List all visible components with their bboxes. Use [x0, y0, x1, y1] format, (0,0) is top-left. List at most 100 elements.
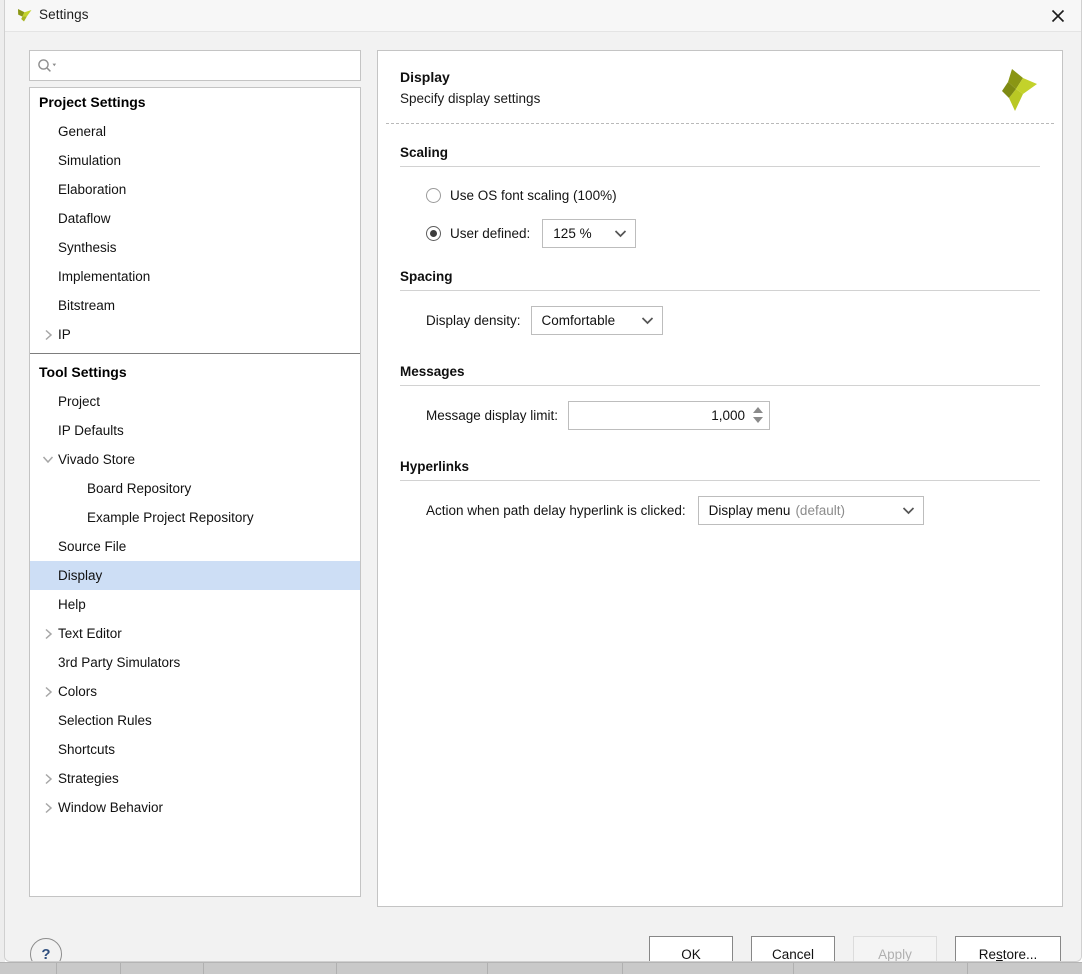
nav-group-title-tool: Tool Settings: [30, 358, 360, 387]
sidebar-item-elaboration[interactable]: Elaboration: [30, 175, 360, 204]
chevron-down-icon: [641, 307, 654, 334]
search-box[interactable]: [29, 50, 361, 81]
display-settings-form: Scaling Use OS font scaling (100%) User …: [378, 124, 1062, 525]
section-messages: Messages Message display limit:: [400, 363, 1040, 430]
field-row-message-limit: Message display limit:: [426, 400, 1040, 430]
stepper-down-icon[interactable]: [753, 417, 763, 423]
scale-percent-value: 125 %: [553, 226, 591, 241]
radio-row-user-defined[interactable]: User defined: 125 %: [426, 219, 1040, 248]
section-hyperlinks: Hyperlinks Action when path delay hyperl…: [400, 458, 1040, 525]
nav-item-label: Bitstream: [58, 298, 115, 313]
chevron-down-icon[interactable]: [42, 445, 54, 474]
sidebar-item-bitstream[interactable]: Bitstream: [30, 291, 360, 320]
sidebar-item-display[interactable]: Display: [30, 561, 360, 590]
sidebar-item-help[interactable]: Help: [30, 590, 360, 619]
search-icon: [37, 58, 59, 74]
ok-button[interactable]: OK: [649, 936, 733, 962]
search-input[interactable]: [60, 51, 357, 82]
section-label-scaling: Scaling: [400, 144, 1040, 162]
amd-vivado-pinwheel-icon: [990, 67, 1040, 115]
chevron-right-icon[interactable]: [42, 320, 54, 349]
chevron-right-icon[interactable]: [42, 677, 54, 706]
nav-item-label: Example Project Repository: [87, 510, 254, 525]
message-display-limit-stepper[interactable]: [568, 401, 770, 430]
help-icon: ?: [41, 946, 50, 963]
radio-user-defined[interactable]: [426, 226, 441, 241]
sidebar-item-general[interactable]: General: [30, 117, 360, 146]
ok-button-label: OK: [681, 947, 701, 962]
nav-item-label: 3rd Party Simulators: [58, 655, 180, 670]
restore-button[interactable]: Restore...: [955, 936, 1061, 962]
nav-item-label: Implementation: [58, 269, 150, 284]
sidebar-item-selection-rules[interactable]: Selection Rules: [30, 706, 360, 735]
sidebar-item-shortcuts[interactable]: Shortcuts: [30, 735, 360, 764]
sidebar-item-strategies[interactable]: Strategies: [30, 764, 360, 793]
label-hyperlink-action: Action when path delay hyperlink is clic…: [426, 503, 686, 518]
sidebar-item-board-repository[interactable]: Board Repository: [30, 474, 360, 503]
display-density-value: Comfortable: [542, 313, 616, 328]
dialog-button-bar: OK Cancel Apply Restore...: [649, 936, 1061, 962]
cancel-button[interactable]: Cancel: [751, 936, 835, 962]
section-label-spacing: Spacing: [400, 268, 1040, 286]
hyperlink-action-select[interactable]: Display menu (default): [698, 496, 924, 525]
section-label-messages: Messages: [400, 363, 1040, 381]
close-icon[interactable]: [1035, 0, 1081, 31]
sidebar-item-simulation[interactable]: Simulation: [30, 146, 360, 175]
settings-nav-tree[interactable]: Project Settings General Simulation Elab…: [29, 87, 361, 897]
settings-detail-panel: Display Specify display settings: [377, 50, 1063, 907]
cancel-button-label: Cancel: [772, 947, 814, 962]
stepper-arrows[interactable]: [752, 402, 764, 429]
sidebar-item-synthesis[interactable]: Synthesis: [30, 233, 360, 262]
sidebar-item-colors[interactable]: Colors: [30, 677, 360, 706]
sidebar-item-implementation[interactable]: Implementation: [30, 262, 360, 291]
nav-item-label: Selection Rules: [58, 713, 152, 728]
nav-item-label: Help: [58, 597, 86, 612]
sidebar-item-ip-defaults[interactable]: IP Defaults: [30, 416, 360, 445]
sidebar-item-3rd-party-simulators[interactable]: 3rd Party Simulators: [30, 648, 360, 677]
sidebar-item-example-project-repository[interactable]: Example Project Repository: [30, 503, 360, 532]
sidebar-item-source-file[interactable]: Source File: [30, 532, 360, 561]
help-button[interactable]: ?: [30, 938, 62, 962]
radio-os-font-scaling[interactable]: [426, 188, 441, 203]
stepper-up-icon[interactable]: [753, 407, 763, 413]
chevron-down-icon: [902, 497, 915, 524]
hyperlink-action-value: Display menu: [709, 503, 791, 518]
section-rule: [400, 166, 1040, 167]
section-rule: [400, 480, 1040, 481]
nav-item-label: Source File: [58, 539, 126, 554]
sidebar-item-ip[interactable]: IP: [30, 320, 360, 349]
display-density-select[interactable]: Comfortable: [531, 306, 663, 335]
section-spacing: Spacing Display density: Comfortable: [400, 268, 1040, 335]
field-row-hyperlink-action: Action when path delay hyperlink is clic…: [426, 495, 1040, 525]
field-row-display-density: Display density: Comfortable: [426, 305, 1040, 335]
section-label-hyperlinks: Hyperlinks: [400, 458, 1040, 476]
nav-item-label: Strategies: [58, 771, 119, 786]
radio-label-os-font-scaling: Use OS font scaling (100%): [450, 188, 617, 203]
nav-item-label: Board Repository: [87, 481, 191, 496]
nav-item-label: General: [58, 124, 106, 139]
sidebar-item-project[interactable]: Project: [30, 387, 360, 416]
section-rule: [400, 385, 1040, 386]
nav-group-title-project: Project Settings: [30, 88, 360, 117]
radio-row-os-scaling[interactable]: Use OS font scaling (100%): [426, 181, 1040, 209]
hyperlink-action-default-tag: (default): [795, 503, 845, 518]
nav-item-label: IP: [58, 327, 71, 342]
nav-item-label: Simulation: [58, 153, 121, 168]
scale-percent-select[interactable]: 125 %: [542, 219, 636, 248]
nav-group-items-project: General Simulation Elaboration Dataflow: [30, 117, 360, 349]
sidebar-item-dataflow[interactable]: Dataflow: [30, 204, 360, 233]
sidebar-item-text-editor[interactable]: Text Editor: [30, 619, 360, 648]
dialog-titlebar[interactable]: Settings: [5, 0, 1081, 32]
message-display-limit-input[interactable]: [569, 402, 769, 429]
label-display-density: Display density:: [426, 313, 521, 328]
sidebar-item-window-behavior[interactable]: Window Behavior: [30, 793, 360, 822]
settings-navigation-column: Project Settings General Simulation Elab…: [29, 50, 361, 897]
settings-dialog: Settings: [4, 0, 1082, 962]
chevron-right-icon[interactable]: [42, 793, 54, 822]
nav-item-label: Window Behavior: [58, 800, 163, 815]
chevron-right-icon[interactable]: [42, 619, 54, 648]
nav-item-label: Shortcuts: [58, 742, 115, 757]
nav-group-items-tool: Project IP Defaults Vivado Store: [30, 387, 360, 822]
sidebar-item-vivado-store[interactable]: Vivado Store: [30, 445, 360, 474]
chevron-right-icon[interactable]: [42, 764, 54, 793]
